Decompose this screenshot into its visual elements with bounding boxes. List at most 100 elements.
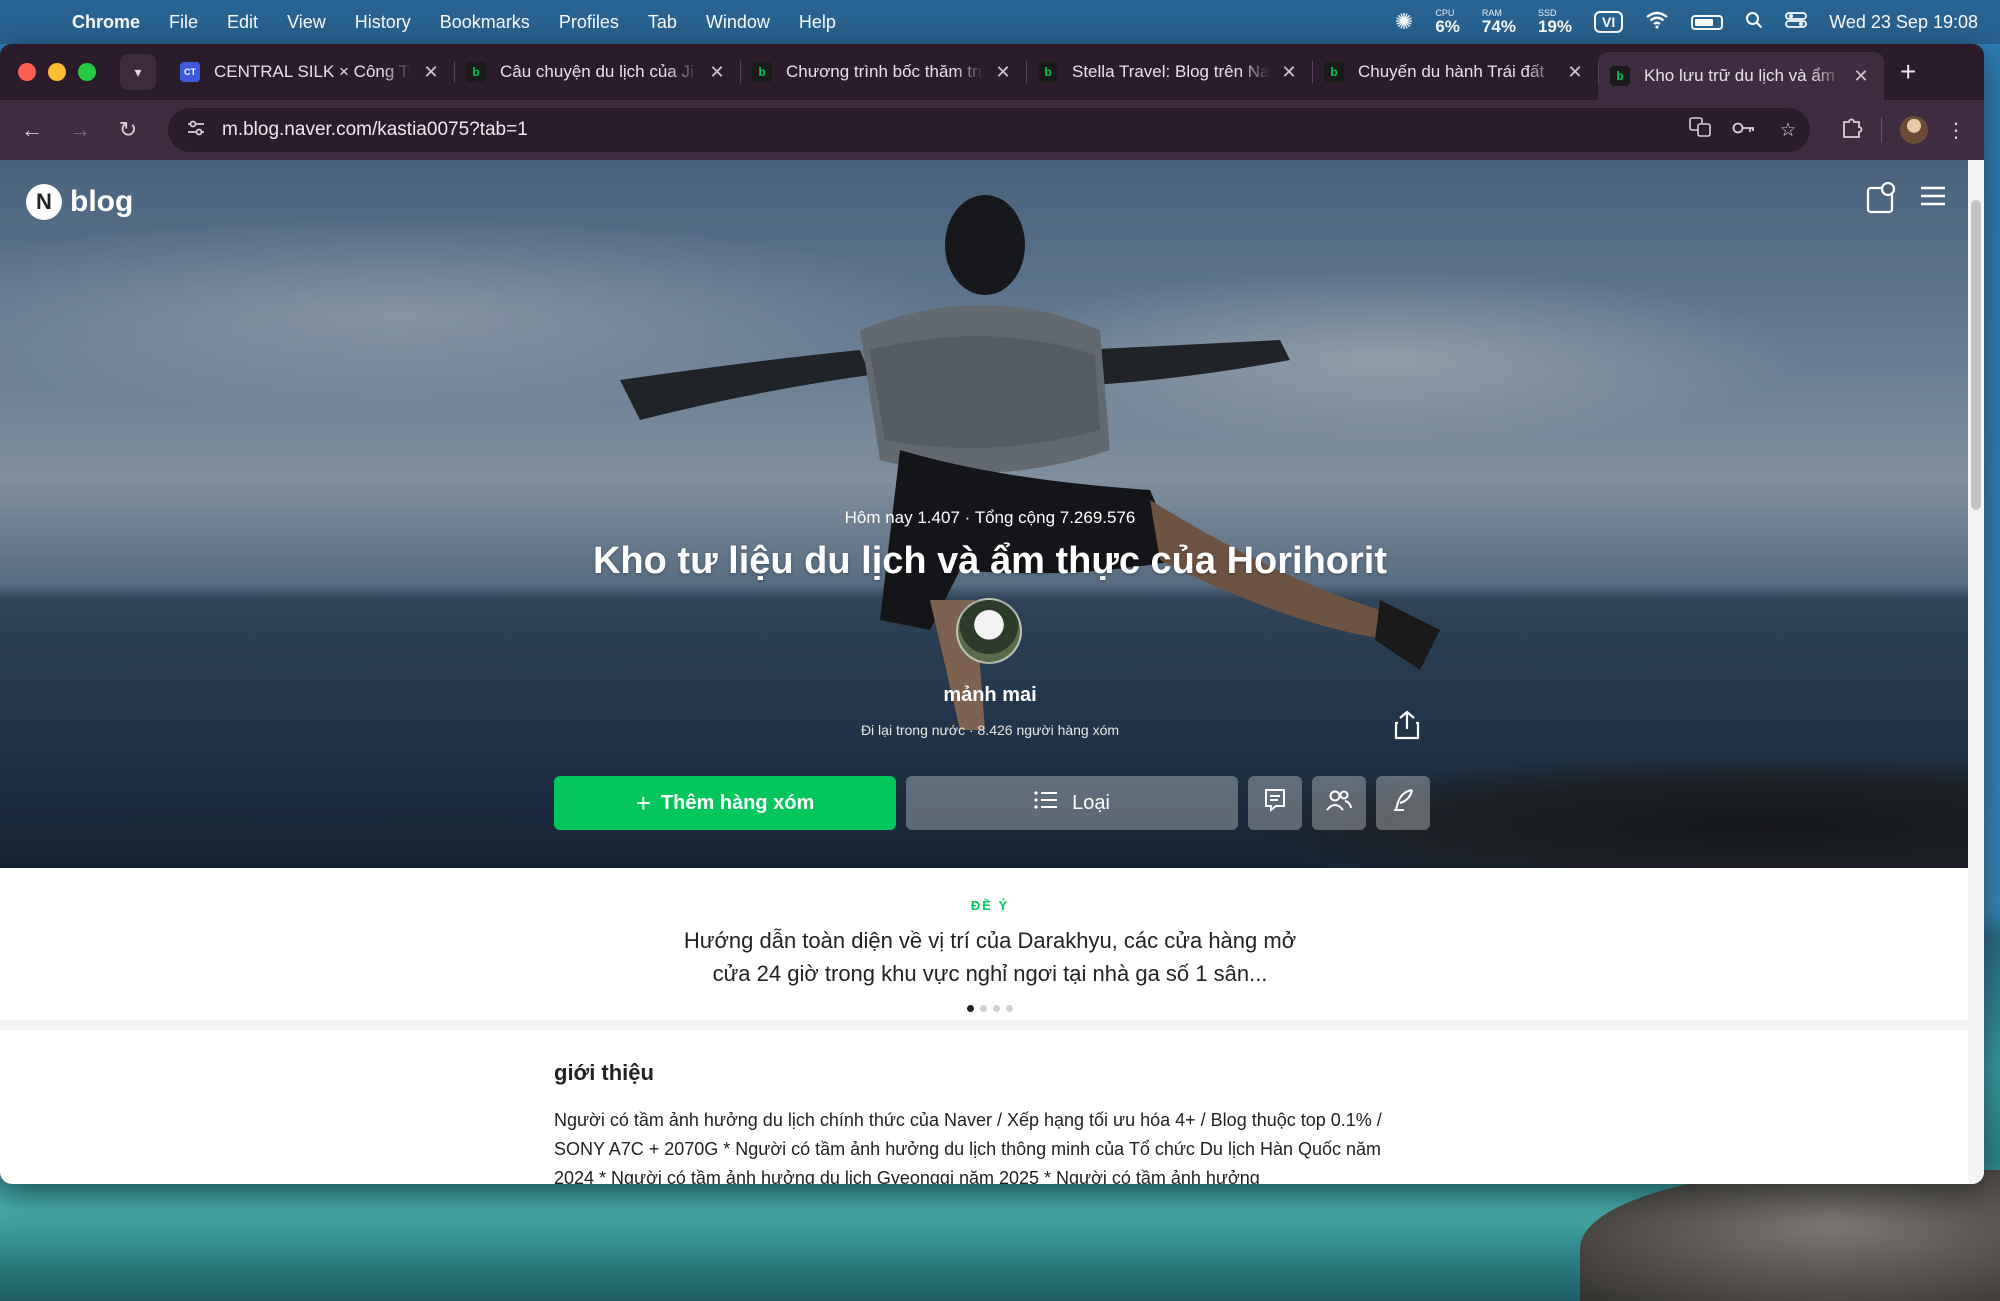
menu-window[interactable]: Window: [706, 12, 770, 33]
tab-close-icon[interactable]: ✕: [1850, 66, 1872, 87]
cpu-stat[interactable]: CPU 6%: [1435, 8, 1460, 36]
visitor-stats: Hôm nay 1.407 · Tổng cộng 7.269.576: [844, 508, 1136, 527]
menu-file[interactable]: File: [169, 12, 198, 33]
tab-close-icon[interactable]: ✕: [420, 62, 442, 83]
neighbors-button[interactable]: [1312, 776, 1366, 830]
ram-stat[interactable]: RAM 74%: [1482, 9, 1516, 36]
site-info-icon[interactable]: [176, 120, 216, 141]
control-center-icon[interactable]: [1785, 11, 1808, 34]
menu-profiles[interactable]: Profiles: [559, 12, 619, 33]
tab-favicon: b: [752, 62, 772, 82]
menu-app-name[interactable]: Chrome: [72, 12, 140, 33]
my-news-bell-icon[interactable]: [1866, 181, 1896, 222]
new-tab-plus-icon[interactable]: +: [1900, 56, 1916, 88]
guestbook-icon: [1264, 788, 1286, 818]
blog-logo-text: blog: [70, 185, 134, 218]
minimize-window-button[interactable]: [48, 63, 66, 81]
bookmark-star-icon[interactable]: ☆: [1766, 119, 1810, 142]
guestbook-button[interactable]: [1248, 776, 1302, 830]
carousel-dot[interactable]: [1006, 1005, 1013, 1012]
window-controls: [18, 63, 96, 81]
tab-chuong-trinh-boc-tham[interactable]: b Chương trình bốc thăm trúng ✕: [740, 51, 1026, 93]
tab-favicon: b: [1324, 62, 1344, 82]
add-neighbor-button[interactable]: + Thêm hàng xóm: [554, 776, 896, 830]
blog-owner-avatar[interactable]: [956, 598, 1022, 664]
category-label: Loại: [1072, 791, 1110, 814]
blog-meta: Đi lại trong nước · 8.426 người hàng xóm: [860, 722, 1120, 738]
tab-cau-chuyen-du-lich[interactable]: b Câu chuyện du lịch của Ji ✕: [454, 51, 740, 93]
fullscreen-window-button[interactable]: [78, 63, 96, 81]
profile-avatar[interactable]: [1900, 116, 1928, 144]
blog-cover: N blog Hôm nay 1.407 · Tổng cộng 7.269.5…: [0, 160, 1980, 868]
menu-help[interactable]: Help: [799, 12, 836, 33]
wifi-icon[interactable]: [1645, 11, 1669, 34]
macos-menubar: Chrome File Edit View History Bookmarks …: [0, 0, 2000, 44]
menu-tab[interactable]: Tab: [648, 12, 677, 33]
tab-close-icon[interactable]: ✕: [1278, 62, 1300, 83]
tab-favicon: b: [466, 62, 486, 82]
tab-close-icon[interactable]: ✕: [992, 62, 1014, 83]
blog-nickname[interactable]: mảnh mai: [0, 684, 1980, 707]
carousel-dot[interactable]: [980, 1005, 987, 1012]
tab-title: Chuyến du hành Trái đất: [1358, 62, 1545, 81]
translate-icon[interactable]: [1678, 117, 1722, 143]
ssd-stat[interactable]: SSD 19%: [1537, 8, 1572, 36]
carousel-dot[interactable]: [967, 1005, 974, 1012]
recommend-post-title[interactable]: Hướng dẫn toàn diện về vị trí của Darakh…: [680, 924, 1300, 990]
quill-pen-icon: [1392, 788, 1414, 818]
menu-edit[interactable]: Edit: [227, 12, 258, 33]
add-neighbor-label: Thêm hàng xóm: [660, 791, 815, 814]
spotlight-search-icon[interactable]: [1745, 11, 1763, 34]
cpu-label: CPU: [1435, 8, 1455, 18]
carousel-dots[interactable]: [0, 1005, 1980, 1012]
ssd-label: SSD: [1537, 8, 1557, 18]
carousel-dot[interactable]: [993, 1005, 1000, 1012]
input-language-badge[interactable]: VI: [1593, 11, 1624, 33]
intro-heading: giới thiệu: [554, 1060, 654, 1085]
menu-bookmarks[interactable]: Bookmarks: [440, 12, 530, 33]
tab-central-silk[interactable]: CT CENTRAL SILK × Công Ty ✕: [168, 51, 454, 93]
menu-view[interactable]: View: [287, 12, 326, 33]
cpu-value: 6%: [1435, 17, 1460, 36]
share-icon[interactable]: [1394, 710, 1420, 747]
password-key-icon[interactable]: [1722, 119, 1766, 141]
menubar-clock[interactable]: Wed 23 Sep 19:08: [1829, 12, 1978, 33]
tab-close-icon[interactable]: ✕: [706, 62, 728, 83]
forward-arrow-icon[interactable]: →: [56, 117, 104, 143]
category-button[interactable]: Loại: [906, 776, 1238, 830]
tab-strip: ▾ CT CENTRAL SILK × Công Ty ✕ b Câu chuy…: [0, 44, 1984, 100]
tab-title: CENTRAL SILK × Công Ty: [214, 62, 412, 81]
list-icon: [1034, 790, 1058, 816]
tab-favicon: b: [1038, 62, 1058, 82]
chrome-window: ▾ CT CENTRAL SILK × Công Ty ✕ b Câu chuy…: [0, 44, 1984, 1184]
scrollbar-thumb[interactable]: [1971, 200, 1981, 510]
extensions-puzzle-icon[interactable]: [1841, 116, 1863, 144]
recommended-post[interactable]: ĐỀ Ý Hướng dẫn toàn diện về vị trí của D…: [0, 878, 1980, 1030]
tab-kho-luu-tru-active[interactable]: b Kho lưu trữ du lịch và ẩm thực ✕: [1598, 52, 1884, 100]
recommend-label: ĐỀ Ý: [970, 898, 1010, 913]
write-post-button[interactable]: [1376, 776, 1430, 830]
blog-introduction: giới thiệu Người có tầm ảnh hưởng du lịc…: [554, 1060, 1414, 1184]
toolbar-divider: [1881, 117, 1882, 143]
back-arrow-icon[interactable]: ←: [8, 117, 56, 143]
neighbors-people-icon: [1326, 789, 1352, 817]
close-window-button[interactable]: [18, 63, 36, 81]
wallpaper-rock: [1580, 1170, 2000, 1301]
blog-action-buttons: + Thêm hàng xóm Loại: [554, 776, 1430, 830]
naver-blog-logo[interactable]: N blog: [26, 184, 133, 220]
tab-chuyen-du-hanh[interactable]: b Chuyến du hành Trái đất ✕: [1312, 51, 1598, 93]
battery-icon[interactable]: [1691, 14, 1724, 30]
url-text[interactable]: m.blog.naver.com/kastia0075?tab=1: [222, 119, 1678, 141]
tab-close-icon[interactable]: ✕: [1564, 62, 1586, 83]
page-scrollbar[interactable]: [1968, 160, 1984, 1184]
reload-icon[interactable]: ↻: [104, 117, 152, 143]
tab-search-chevron-down-icon[interactable]: ▾: [120, 54, 156, 90]
sun-icon[interactable]: ✺: [1395, 9, 1413, 35]
chrome-menu-kebab-icon[interactable]: ⋮: [1946, 118, 1966, 143]
tab-favicon: CT: [180, 62, 200, 82]
hamburger-menu-icon[interactable]: [1920, 182, 1946, 216]
tab-stella-travel[interactable]: b Stella Travel: Blog trên Naver ✕: [1026, 51, 1312, 93]
browser-toolbar: ← → ↻ m.blog.naver.com/kastia0075?tab=1 …: [0, 100, 1984, 160]
address-bar[interactable]: m.blog.naver.com/kastia0075?tab=1 ☆: [168, 108, 1810, 152]
menu-history[interactable]: History: [355, 12, 411, 33]
